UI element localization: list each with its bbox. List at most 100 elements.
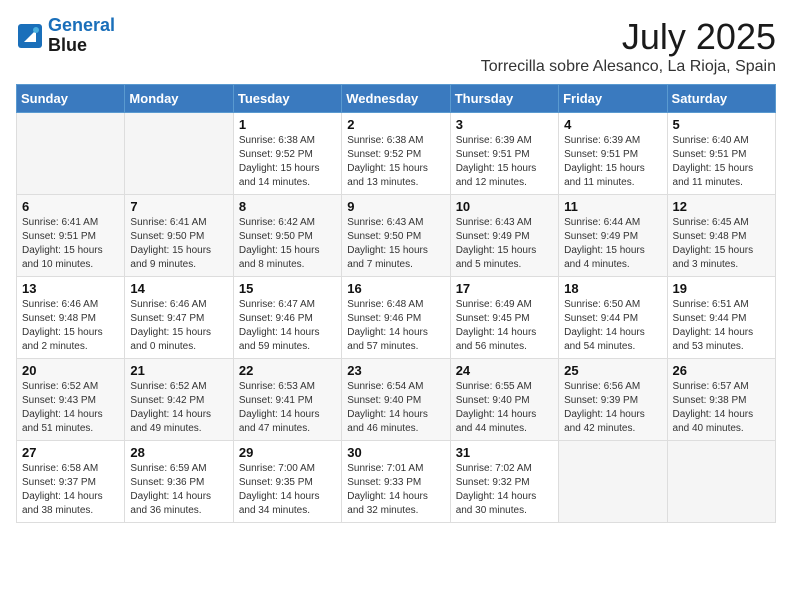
day-number: 26: [673, 363, 770, 378]
day-cell: 12Sunrise: 6:45 AM Sunset: 9:48 PM Dayli…: [667, 195, 775, 277]
day-info: Sunrise: 6:54 AM Sunset: 9:40 PM Dayligh…: [347, 380, 444, 436]
day-info: Sunrise: 6:46 AM Sunset: 9:47 PM Dayligh…: [130, 298, 227, 354]
day-info: Sunrise: 6:41 AM Sunset: 9:50 PM Dayligh…: [130, 216, 227, 272]
day-number: 20: [22, 363, 119, 378]
day-info: Sunrise: 6:43 AM Sunset: 9:49 PM Dayligh…: [456, 216, 553, 272]
logo-text: General Blue: [48, 16, 115, 56]
header-cell-monday: Monday: [125, 85, 233, 113]
day-cell: 18 Sunrise: 6:50 AM Sunset: 9:44 PM Dayli…: [559, 277, 667, 359]
calendar-header: SundayMondayTuesdayWednesdayThursdayFrid…: [17, 85, 776, 113]
day-info: Sunrise: 6:51 AM Sunset: 9:44 PM Dayligh…: [673, 298, 770, 354]
day-number: 1: [239, 117, 336, 132]
day-number: 30: [347, 445, 444, 460]
day-cell: 20Sunrise: 6:52 AM Sunset: 9:43 PM Dayli…: [17, 359, 125, 441]
day-info: Sunrise: 7:00 AM Sunset: 9:35 PM Dayligh…: [239, 462, 336, 518]
day-cell: [17, 113, 125, 195]
day-number: 31: [456, 445, 553, 460]
day-info: Sunrise: 6:59 AM Sunset: 9:36 PM Dayligh…: [130, 462, 227, 518]
day-cell: 23 Sunrise: 6:54 AM Sunset: 9:40 PM Dayli…: [342, 359, 450, 441]
day-number: 16: [347, 281, 444, 296]
day-cell: 16 Sunrise: 6:48 AM Sunset: 9:46 PM Dayli…: [342, 277, 450, 359]
day-info: Sunrise: 6:49 AM Sunset: 9:45 PM Dayligh…: [456, 298, 553, 354]
day-info: Sunrise: 6:46 AM Sunset: 9:48 PM Dayligh…: [22, 298, 119, 354]
day-cell: 24 Sunrise: 6:55 AM Sunset: 9:40 PM Dayli…: [450, 359, 558, 441]
day-number: 9: [347, 199, 444, 214]
header-cell-friday: Friday: [559, 85, 667, 113]
day-info: Sunrise: 6:52 AM Sunset: 9:42 PM Dayligh…: [130, 380, 227, 436]
day-info: Sunrise: 6:55 AM Sunset: 9:40 PM Dayligh…: [456, 380, 553, 436]
day-cell: 2Sunrise: 6:38 AM Sunset: 9:52 PM Daylig…: [342, 113, 450, 195]
header-cell-thursday: Thursday: [450, 85, 558, 113]
day-info: Sunrise: 6:40 AM Sunset: 9:51 PM Dayligh…: [673, 134, 770, 190]
day-cell: 3 Sunrise: 6:39 AM Sunset: 9:51 PM Daylig…: [450, 113, 558, 195]
day-info: Sunrise: 6:53 AM Sunset: 9:41 PM Dayligh…: [239, 380, 336, 436]
header-row: SundayMondayTuesdayWednesdayThursdayFrid…: [17, 85, 776, 113]
day-info: Sunrise: 6:48 AM Sunset: 9:46 PM Dayligh…: [347, 298, 444, 354]
day-cell: 13Sunrise: 6:46 AM Sunset: 9:48 PM Dayli…: [17, 277, 125, 359]
calendar-table: SundayMondayTuesdayWednesdayThursdayFrid…: [16, 84, 776, 523]
month-title: July 2025: [481, 16, 776, 58]
day-number: 25: [564, 363, 661, 378]
day-cell: 15 Sunrise: 6:47 AM Sunset: 9:46 PM Dayli…: [233, 277, 341, 359]
header-cell-wednesday: Wednesday: [342, 85, 450, 113]
week-row-1: 1 Sunrise: 6:38 AM Sunset: 9:52 PM Daylig…: [17, 113, 776, 195]
day-info: Sunrise: 7:01 AM Sunset: 9:33 PM Dayligh…: [347, 462, 444, 518]
day-number: 17: [456, 281, 553, 296]
day-info: Sunrise: 6:44 AM Sunset: 9:49 PM Dayligh…: [564, 216, 661, 272]
day-number: 11: [564, 199, 661, 214]
day-info: Sunrise: 6:38 AM Sunset: 9:52 PM Dayligh…: [347, 134, 444, 190]
day-cell: 14 Sunrise: 6:46 AM Sunset: 9:47 PM Dayli…: [125, 277, 233, 359]
day-cell: [667, 441, 775, 523]
week-row-3: 13Sunrise: 6:46 AM Sunset: 9:48 PM Dayli…: [17, 277, 776, 359]
day-number: 4: [564, 117, 661, 132]
day-number: 15: [239, 281, 336, 296]
day-cell: 28 Sunrise: 6:59 AM Sunset: 9:36 PM Dayli…: [125, 441, 233, 523]
day-info: Sunrise: 6:39 AM Sunset: 9:51 PM Dayligh…: [456, 134, 553, 190]
day-cell: 6 Sunrise: 6:41 AM Sunset: 9:51 PM Daylig…: [17, 195, 125, 277]
day-cell: 30 Sunrise: 7:01 AM Sunset: 9:33 PM Dayli…: [342, 441, 450, 523]
day-cell: 17 Sunrise: 6:49 AM Sunset: 9:45 PM Dayli…: [450, 277, 558, 359]
day-cell: 29 Sunrise: 7:00 AM Sunset: 9:35 PM Dayli…: [233, 441, 341, 523]
logo: General Blue: [16, 16, 115, 56]
day-info: Sunrise: 7:02 AM Sunset: 9:32 PM Dayligh…: [456, 462, 553, 518]
day-info: Sunrise: 6:50 AM Sunset: 9:44 PM Dayligh…: [564, 298, 661, 354]
day-number: 27: [22, 445, 119, 460]
day-number: 21: [130, 363, 227, 378]
day-info: Sunrise: 6:57 AM Sunset: 9:38 PM Dayligh…: [673, 380, 770, 436]
day-number: 18: [564, 281, 661, 296]
day-info: Sunrise: 6:39 AM Sunset: 9:51 PM Dayligh…: [564, 134, 661, 190]
header-cell-sunday: Sunday: [17, 85, 125, 113]
day-cell: 1 Sunrise: 6:38 AM Sunset: 9:52 PM Daylig…: [233, 113, 341, 195]
day-cell: 5Sunrise: 6:40 AM Sunset: 9:51 PM Daylig…: [667, 113, 775, 195]
calendar-body: 1 Sunrise: 6:38 AM Sunset: 9:52 PM Daylig…: [17, 113, 776, 523]
location: Torrecilla sobre Alesanco, La Rioja, Spa…: [481, 58, 776, 76]
day-info: Sunrise: 6:45 AM Sunset: 9:48 PM Dayligh…: [673, 216, 770, 272]
day-number: 19: [673, 281, 770, 296]
day-cell: 19 Sunrise: 6:51 AM Sunset: 9:44 PM Dayli…: [667, 277, 775, 359]
day-info: Sunrise: 6:47 AM Sunset: 9:46 PM Dayligh…: [239, 298, 336, 354]
day-number: 23: [347, 363, 444, 378]
day-number: 29: [239, 445, 336, 460]
day-cell: 26 Sunrise: 6:57 AM Sunset: 9:38 PM Dayli…: [667, 359, 775, 441]
day-info: Sunrise: 6:58 AM Sunset: 9:37 PM Dayligh…: [22, 462, 119, 518]
day-cell: 4 Sunrise: 6:39 AM Sunset: 9:51 PM Daylig…: [559, 113, 667, 195]
day-info: Sunrise: 6:43 AM Sunset: 9:50 PM Dayligh…: [347, 216, 444, 272]
day-number: 28: [130, 445, 227, 460]
day-cell: 7Sunrise: 6:41 AM Sunset: 9:50 PM Daylig…: [125, 195, 233, 277]
header-cell-tuesday: Tuesday: [233, 85, 341, 113]
day-number: 24: [456, 363, 553, 378]
header-cell-saturday: Saturday: [667, 85, 775, 113]
day-cell: 27 Sunrise: 6:58 AM Sunset: 9:37 PM Dayli…: [17, 441, 125, 523]
day-info: Sunrise: 6:41 AM Sunset: 9:51 PM Dayligh…: [22, 216, 119, 272]
title-block: July 2025 Torrecilla sobre Alesanco, La …: [481, 16, 776, 76]
day-number: 6: [22, 199, 119, 214]
day-cell: 9 Sunrise: 6:43 AM Sunset: 9:50 PM Daylig…: [342, 195, 450, 277]
day-number: 14: [130, 281, 227, 296]
day-cell: 10 Sunrise: 6:43 AM Sunset: 9:49 PM Dayli…: [450, 195, 558, 277]
day-cell: 8Sunrise: 6:42 AM Sunset: 9:50 PM Daylig…: [233, 195, 341, 277]
day-number: 10: [456, 199, 553, 214]
week-row-5: 27 Sunrise: 6:58 AM Sunset: 9:37 PM Dayli…: [17, 441, 776, 523]
day-number: 3: [456, 117, 553, 132]
logo-icon: [16, 22, 44, 50]
day-info: Sunrise: 6:38 AM Sunset: 9:52 PM Dayligh…: [239, 134, 336, 190]
